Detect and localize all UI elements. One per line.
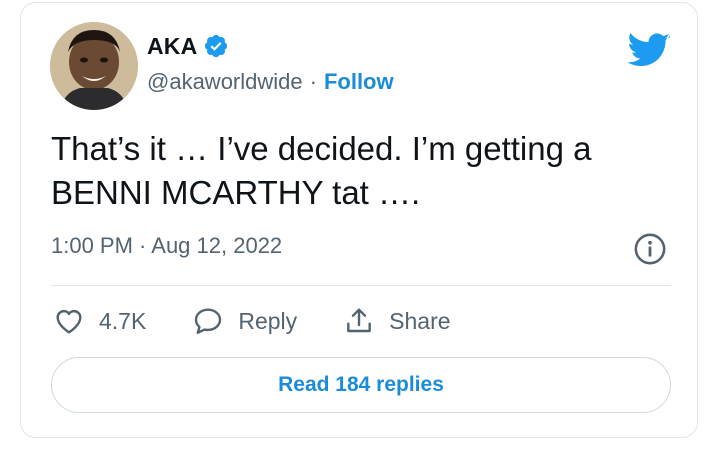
action-bar: 4.7K Reply Share	[53, 302, 497, 340]
info-icon[interactable]	[633, 232, 667, 266]
author-name-row: AKA	[147, 31, 229, 61]
share-button[interactable]: Share	[343, 305, 451, 337]
likes-count: 4.7K	[99, 307, 147, 334]
like-button[interactable]: 4.7K	[53, 305, 146, 337]
heart-icon	[56, 309, 82, 334]
tweet-card: AKA @akaworldwide · Follow That’s it … I…	[20, 2, 698, 438]
share-label: Share	[389, 307, 451, 334]
tweet-timestamp[interactable]: 1:00 PM · Aug 12, 2022	[51, 233, 282, 259]
read-replies-button[interactable]: Read 184 replies	[51, 357, 671, 413]
handle-separator: ·	[309, 69, 317, 94]
author-display-name[interactable]: AKA	[147, 33, 197, 60]
author-handle[interactable]: @akaworldwide	[147, 69, 303, 95]
author-handle-row: @akaworldwide · Follow	[147, 69, 394, 95]
twitter-bird-icon[interactable]	[627, 33, 671, 69]
tweet-text: That’s it … I’ve decided. I’m getting a …	[51, 130, 592, 211]
share-icon	[347, 308, 372, 333]
avatar-image	[50, 22, 138, 110]
reply-button[interactable]: Reply	[192, 305, 297, 337]
avatar[interactable]	[50, 22, 138, 110]
reply-label: Reply	[238, 307, 298, 334]
reply-bubble-icon	[195, 308, 222, 334]
divider	[51, 285, 671, 286]
follow-button[interactable]: Follow	[324, 69, 394, 95]
verified-badge-icon	[205, 34, 228, 58]
